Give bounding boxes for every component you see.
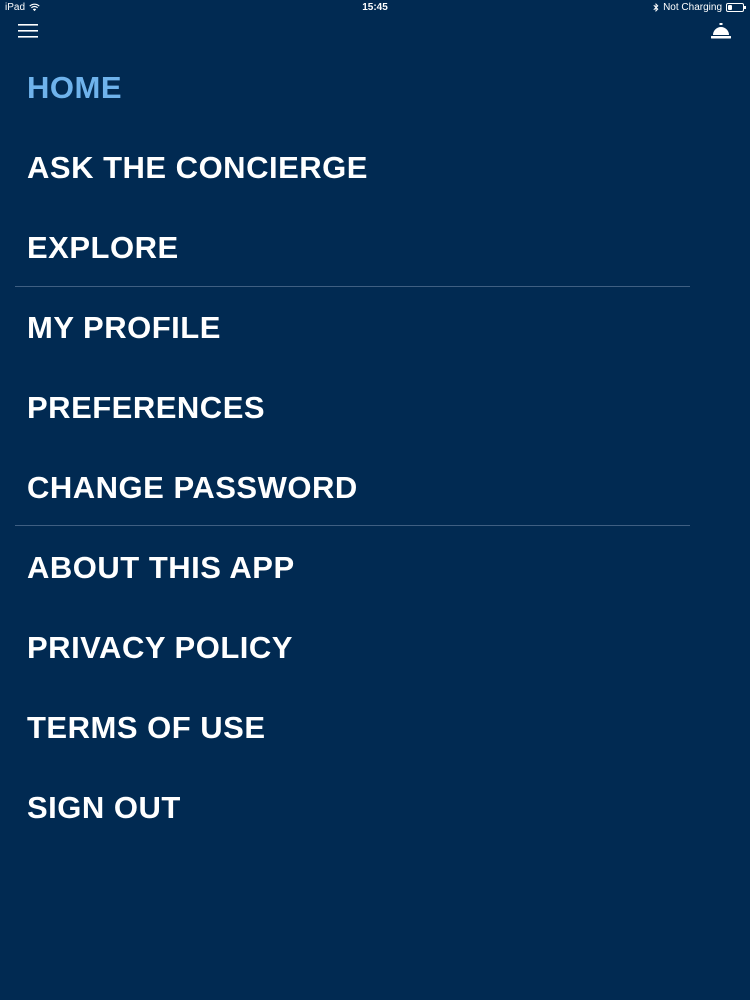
nav-item-privacy-policy[interactable]: PRIVACY POLICY <box>0 608 750 688</box>
concierge-button[interactable] <box>710 22 732 40</box>
status-time: 15:45 <box>362 2 388 13</box>
battery-level <box>728 5 732 10</box>
menu-divider <box>15 286 690 287</box>
nav-item-sign-out[interactable]: SIGN OUT <box>0 768 750 848</box>
battery-icon <box>726 3 746 12</box>
menu-divider <box>15 525 690 526</box>
bluetooth-icon <box>653 3 659 12</box>
hamburger-menu-icon <box>18 24 38 38</box>
charging-status: Not Charging <box>663 2 722 13</box>
concierge-bell-icon <box>711 23 731 39</box>
status-bar: iPad 15:45 Not Charging <box>0 0 750 16</box>
nav-item-terms-of-use[interactable]: TERMS OF USE <box>0 688 750 768</box>
nav-item-change-password[interactable]: CHANGE PASSWORD <box>0 448 750 528</box>
nav-item-about-this-app[interactable]: ABOUT THIS APP <box>0 528 750 608</box>
nav-item-home[interactable]: HOME <box>0 48 750 128</box>
nav-item-preferences[interactable]: PREFERENCES <box>0 368 750 448</box>
status-right: Not Charging <box>653 2 746 13</box>
nav-item-my-profile[interactable]: MY PROFILE <box>0 288 750 368</box>
side-menu: HOME ASK THE CONCIERGE EXPLORE MY PROFIL… <box>0 48 750 848</box>
menu-button[interactable] <box>18 23 38 39</box>
nav-item-ask-the-concierge[interactable]: ASK THE CONCIERGE <box>0 128 750 208</box>
nav-item-explore[interactable]: EXPLORE <box>0 208 750 288</box>
